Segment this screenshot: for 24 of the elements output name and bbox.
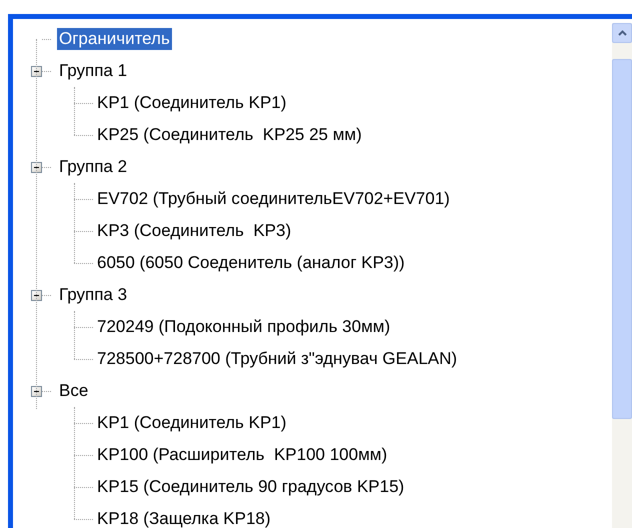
collapse-icon[interactable] (31, 290, 42, 300)
tree-item[interactable]: KP25 (Соединитель KP25 25 мм) (95, 124, 364, 146)
tree-item[interactable]: KP100 (Расширитель KP100 100мм) (95, 444, 390, 466)
tree-item[interactable]: Группа 2 (57, 156, 130, 178)
tree-item[interactable]: 728500+728700 (Трубний з"эднувач GEALAN) (95, 348, 460, 370)
tree-item[interactable]: 6050 (6050 Соеденитель (аналог KP3)) (95, 252, 407, 274)
scrollbar[interactable] (612, 23, 632, 528)
tree-item[interactable]: KP15 (Соединитель 90 градусов KP15) (95, 476, 406, 498)
tree-item[interactable]: Ограничитель (57, 28, 172, 50)
tree-item[interactable]: Группа 3 (57, 284, 130, 306)
tree-item[interactable]: KP3 (Соединитель KP3) (95, 220, 294, 242)
tree-item[interactable]: KP1 (Соединитель KP1) (95, 412, 288, 434)
tree-item[interactable]: EV702 (Трубный соединительEV702+EV701) (95, 188, 452, 210)
tree-item[interactable]: KP1 (Соединитель KP1) (95, 92, 288, 114)
scroll-thumb[interactable] (612, 59, 632, 419)
tree-item[interactable]: KP18 (Защелка KP18) (95, 508, 273, 528)
tree-item[interactable]: 720249 (Подоконный профиль 30мм) (95, 316, 392, 338)
chevron-up-icon (618, 30, 626, 36)
tree-item[interactable]: Группа 1 (57, 60, 130, 82)
collapse-icon[interactable] (31, 162, 42, 172)
collapse-icon[interactable] (31, 386, 42, 396)
tree-item[interactable]: Все (57, 380, 90, 402)
scroll-up-button[interactable] (612, 23, 632, 43)
collapse-icon[interactable] (31, 66, 42, 76)
